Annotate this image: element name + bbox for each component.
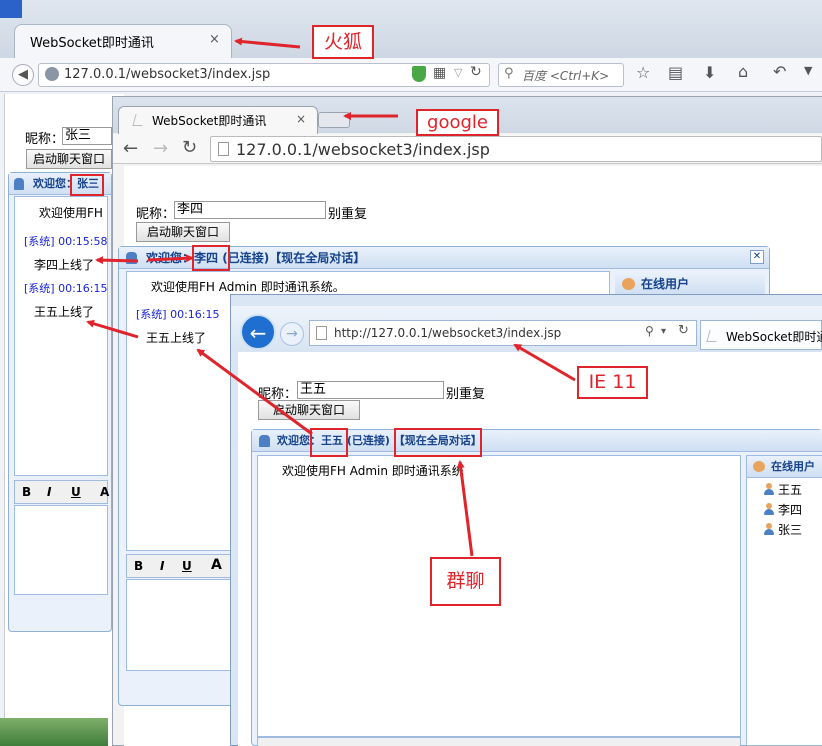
arrow-lisi-firefox xyxy=(95,256,139,265)
arrow-lisi-chrome xyxy=(147,254,194,263)
arrow-ie xyxy=(513,343,576,382)
arrow-wangwu-chrome xyxy=(196,348,313,436)
arrow-group-chat xyxy=(456,460,474,557)
arrow-firefox xyxy=(234,37,301,49)
annotation-arrows xyxy=(86,37,576,557)
arrow-wangwu-firefox xyxy=(86,319,139,339)
